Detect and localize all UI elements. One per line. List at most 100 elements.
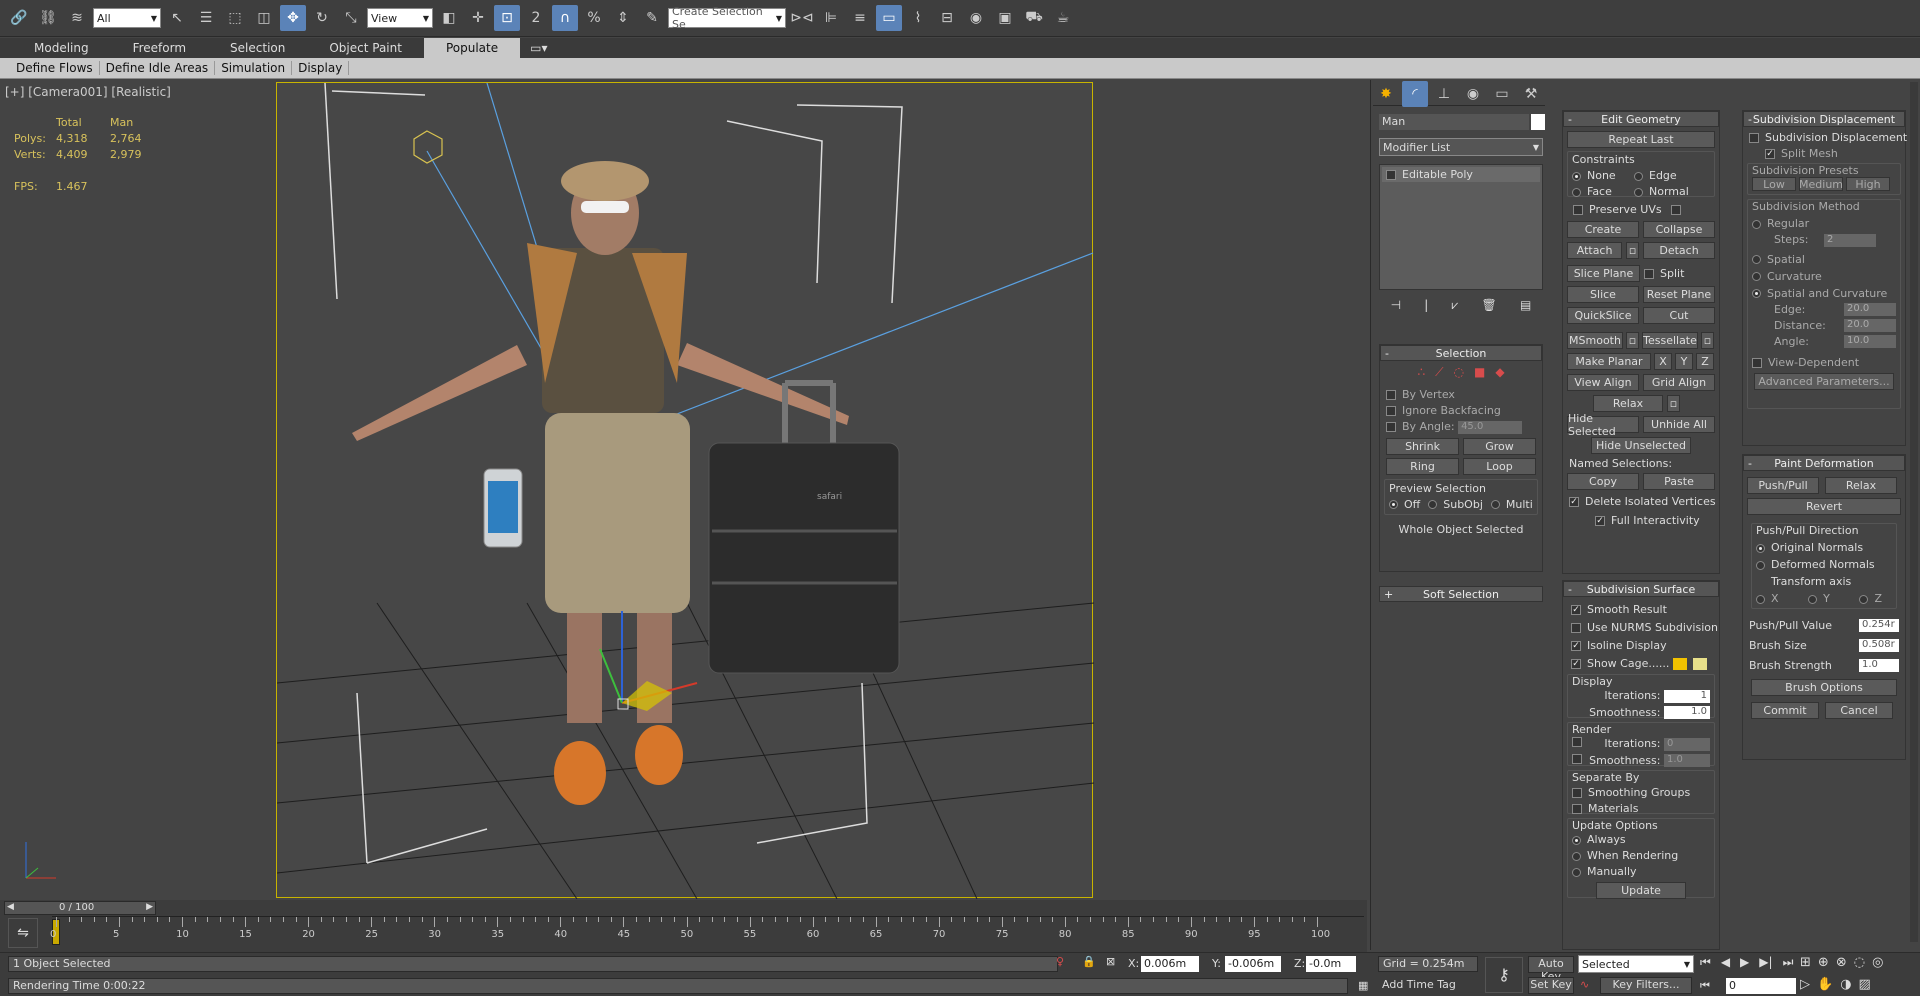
slice-plane-button[interactable]: Slice Plane (1567, 265, 1640, 282)
auto-key-button[interactable]: Auto Key (1528, 956, 1574, 983)
material-editor-icon[interactable]: ◉ (963, 5, 989, 31)
select-by-name-icon[interactable]: ☰ (193, 5, 219, 31)
selection-lock-icon[interactable]: 🔒 (1082, 955, 1096, 968)
preset-low-button[interactable]: Low (1752, 177, 1796, 191)
grow-button[interactable]: Grow (1463, 437, 1536, 455)
unhide-all-button[interactable]: Unhide All (1643, 416, 1715, 433)
attach-button[interactable]: Attach (1567, 242, 1623, 259)
track-bar-toggle-icon[interactable]: ⇋ (8, 918, 38, 948)
render-smoothness-spinner[interactable]: 1.0 (1664, 754, 1710, 767)
method-spatial-radio[interactable] (1752, 255, 1761, 264)
shrink-button[interactable]: Shrink (1386, 437, 1459, 455)
edit-named-sel-icon[interactable]: ✎ (639, 5, 665, 31)
update-button[interactable]: Update (1596, 882, 1686, 899)
push-pull-button[interactable]: Push/Pull (1747, 477, 1819, 494)
key-icon[interactable]: ⚷ (1485, 957, 1523, 993)
method-regular-radio[interactable] (1752, 219, 1761, 229)
tab-object-paint[interactable]: Object Paint (307, 38, 424, 58)
axis-x-radio[interactable] (1756, 594, 1765, 604)
zoom-all-icon[interactable]: ⊗ (1836, 955, 1847, 970)
subtab-simulation[interactable]: Simulation (215, 61, 293, 75)
grid-align-button[interactable]: Grid Align (1643, 374, 1715, 391)
cancel-button[interactable]: Cancel (1825, 702, 1893, 719)
link-icon[interactable]: 🔗 (6, 5, 32, 31)
relax-button[interactable]: Relax (1593, 395, 1663, 412)
viewport-label[interactable]: [+] [Camera001] [Realistic] (5, 85, 171, 99)
display-tab-icon[interactable]: ▭ (1489, 81, 1515, 107)
revert-button[interactable]: Revert (1747, 498, 1901, 515)
play-icon[interactable]: ▶ (1740, 955, 1749, 970)
show-end-result-icon[interactable]: | (1424, 298, 1428, 313)
configure-sets-icon[interactable]: ▤ (1520, 298, 1531, 313)
subtab-display[interactable]: Display (292, 61, 350, 75)
collapse-button[interactable]: Collapse (1643, 221, 1715, 238)
angle-snap-icon[interactable]: ∩ (552, 5, 578, 31)
detach-button[interactable]: Detach (1643, 242, 1715, 259)
render-setup-icon[interactable]: ▣ (992, 5, 1018, 31)
materials-checkbox[interactable] (1572, 804, 1582, 814)
percent-snap-icon[interactable]: % (581, 5, 607, 31)
align-icon[interactable]: ⊫ (818, 5, 844, 31)
stack-item-editable-poly[interactable]: Editable Poly (1382, 167, 1540, 182)
polygon-level-icon[interactable]: ■ (1474, 365, 1485, 380)
pivot-icon[interactable]: ◧ (436, 5, 462, 31)
split-mesh-checkbox[interactable]: ✓ (1765, 149, 1775, 159)
time-next-icon[interactable]: ▶ (146, 902, 153, 912)
object-color-swatch[interactable] (1531, 114, 1545, 130)
time-config-icon[interactable]: ⊞ (1800, 955, 1811, 970)
delete-isolated-checkbox[interactable]: ✓ (1569, 497, 1579, 507)
planar-y-button[interactable]: Y (1675, 353, 1693, 370)
vertex-level-icon[interactable]: ∴ (1417, 365, 1425, 380)
create-tab-icon[interactable]: ✸ (1373, 81, 1399, 107)
relax-settings-icon[interactable]: ▫ (1667, 395, 1680, 412)
smoothing-groups-checkbox[interactable] (1572, 788, 1582, 798)
cut-button[interactable]: Cut (1643, 307, 1715, 324)
update-always-radio[interactable] (1572, 835, 1581, 845)
msmooth-settings-icon[interactable]: ▫ (1626, 332, 1639, 349)
edge-level-icon[interactable]: ⟋ (1435, 365, 1443, 380)
display-smoothness-spinner[interactable]: 1.0 (1664, 706, 1710, 719)
hide-selected-button[interactable]: Hide Selected (1567, 412, 1639, 438)
planar-z-button[interactable]: Z (1696, 353, 1714, 370)
cage-color-swatch[interactable] (1673, 657, 1688, 670)
tab-populate[interactable]: Populate (423, 38, 521, 58)
slice-button[interactable]: Slice (1567, 286, 1639, 303)
modify-tab-icon[interactable]: ◜ (1402, 80, 1428, 107)
constraint-face-radio[interactable] (1572, 187, 1581, 197)
window-crossing-icon[interactable]: ◫ (251, 5, 277, 31)
snaps-icon[interactable]: 2 (523, 5, 549, 31)
goto-end-icon[interactable]: ⏭ (1783, 955, 1794, 970)
method-spatial-curvature-radio[interactable] (1752, 289, 1761, 298)
repeat-last-button[interactable]: Repeat Last (1567, 131, 1715, 148)
key-filters-button[interactable]: Key Filters... (1600, 977, 1692, 994)
commit-button[interactable]: Commit (1751, 702, 1819, 719)
z-coordinate-field[interactable]: -0.0m (1306, 956, 1356, 972)
x-coordinate-field[interactable]: 0.006m (1141, 956, 1199, 972)
curve-editor-icon[interactable]: ⌇ (905, 5, 931, 31)
tab-selection[interactable]: Selection (208, 38, 307, 58)
element-level-icon[interactable]: ◆ (1495, 365, 1504, 380)
hide-unselected-button[interactable]: Hide Unselected (1591, 437, 1691, 454)
spinner-snap-icon[interactable]: ⇕ (610, 5, 636, 31)
subdivision-displacement-checkbox[interactable] (1749, 133, 1759, 143)
paste-button[interactable]: Paste (1643, 473, 1715, 490)
make-planar-button[interactable]: Make Planar (1567, 353, 1651, 370)
ring-button[interactable]: Ring (1386, 457, 1459, 475)
quickslice-button[interactable]: QuickSlice (1567, 307, 1639, 324)
original-normals-radio[interactable] (1756, 543, 1765, 553)
zoom-icon[interactable]: ⊕ (1818, 955, 1829, 970)
ribbon-options-icon[interactable]: ▭▾ (520, 38, 557, 58)
msmooth-button[interactable]: MSmooth (1567, 332, 1623, 349)
display-iterations-spinner[interactable]: 1 (1664, 689, 1710, 703)
tessellate-button[interactable]: Tessellate (1642, 332, 1698, 349)
tessellate-settings-icon[interactable]: ▫ (1701, 332, 1714, 349)
object-name-field[interactable]: Man (1379, 114, 1529, 130)
dolly-icon[interactable]: ◑ (1840, 977, 1851, 992)
move-icon[interactable]: ✥ (280, 5, 306, 31)
subdivision-surface-header[interactable]: - Subdivision Surface (1563, 581, 1719, 597)
selection-rollout-header[interactable]: - Selection (1380, 345, 1542, 361)
view-dependent-checkbox[interactable] (1752, 357, 1762, 368)
tab-freeform[interactable]: Freeform (111, 38, 208, 58)
isolate-icon[interactable]: ♀ (1056, 955, 1064, 968)
method-curvature-radio[interactable] (1752, 272, 1761, 281)
